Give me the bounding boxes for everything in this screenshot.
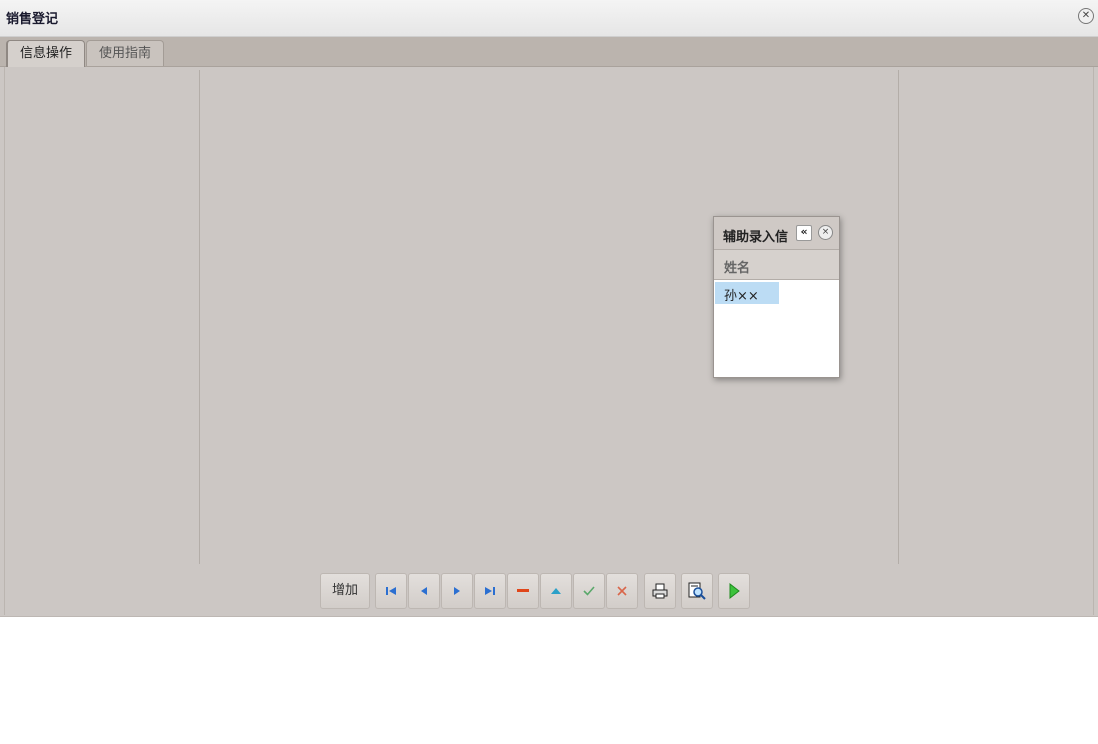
content-panel [4,67,1094,615]
cancel-icon [617,586,627,596]
next-record-icon [454,587,460,595]
cancel-button[interactable] [606,573,638,609]
collapse-icon[interactable]: « [796,225,812,241]
confirm-button[interactable] [573,573,605,609]
last-record-icon [485,587,495,595]
next-record-button[interactable] [441,573,473,609]
delete-button[interactable] [507,573,539,609]
assist-input-popup: 辅助录入信 « × 姓名 孙×× [713,216,840,378]
popup-title: 辅助录入信 [723,230,789,245]
run-button[interactable] [718,573,750,609]
sales-register-window: 销售登记 ✕ 信息操作 使用指南 [0,0,1098,617]
popup-header: 辅助录入信 « × [714,217,839,250]
add-button[interactable]: 增加 [320,573,370,609]
previous-record-icon [421,587,427,595]
delete-icon [517,589,529,592]
first-record-button[interactable] [375,573,407,609]
list-item-label: 孙×× [724,289,759,304]
last-record-button[interactable] [474,573,506,609]
previous-record-button[interactable] [408,573,440,609]
first-record-icon [386,587,396,595]
print-preview-icon [688,582,706,600]
print-preview-button[interactable] [681,573,713,609]
list-item[interactable]: 孙×× [715,282,779,304]
tab-info-operation[interactable]: 信息操作 [6,40,86,68]
window-close-button[interactable]: ✕ [1078,8,1094,24]
tab-bar: 信息操作 使用指南 [0,37,1098,68]
run-icon [729,583,740,599]
tab-user-guide[interactable]: 使用指南 [86,40,165,66]
column-header-name[interactable]: 姓名 [714,250,839,280]
right-divider [898,70,899,564]
window-title: 销售登记 [6,12,59,27]
title-bar: 销售登记 ✕ [0,0,1098,37]
print-button[interactable] [644,573,676,609]
move-up-icon [551,588,561,594]
popup-close-icon[interactable]: × [818,225,833,240]
confirm-icon [583,586,595,596]
print-icon [652,583,668,599]
move-up-button[interactable] [540,573,572,609]
left-divider [199,70,200,564]
column-header-label: 姓名 [724,261,751,276]
